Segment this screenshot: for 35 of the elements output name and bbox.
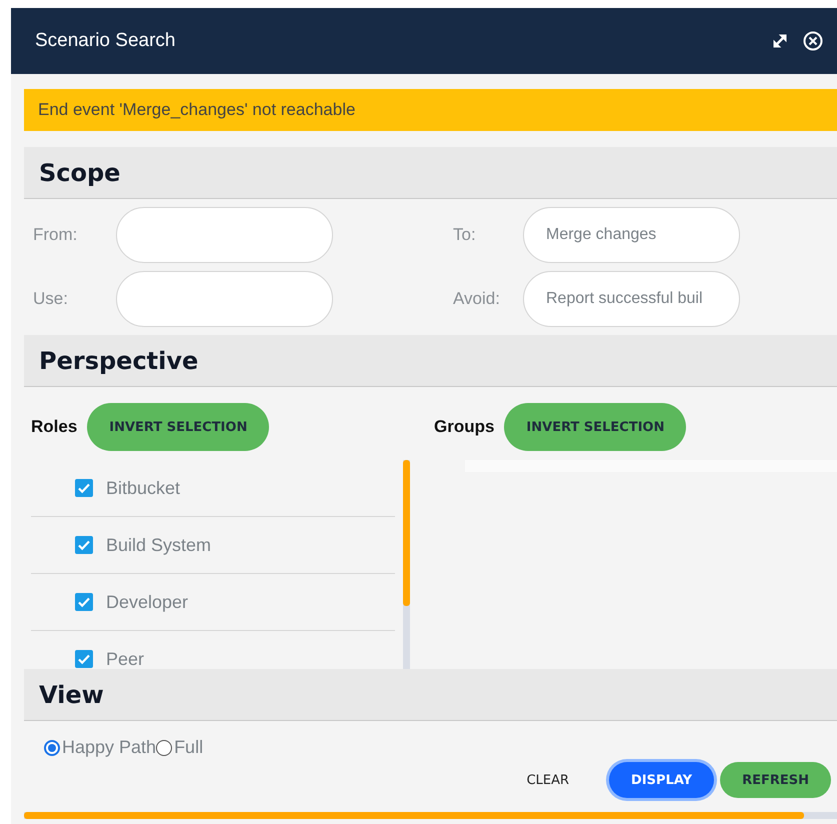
groups-label: Groups [434,417,494,437]
scrollbar[interactable] [402,460,410,669]
radio-option[interactable]: Full [156,737,204,758]
role-row[interactable]: Build System [31,517,395,574]
input-field[interactable]: Report successful buil [523,271,740,327]
action-button[interactable]: DISPLAY [609,762,714,798]
roles-label: Roles [31,417,78,437]
checkbox[interactable] [75,650,93,668]
action-button[interactable]: REFRESH [720,762,831,798]
input-field[interactable]: Merge changes [523,207,740,263]
role-row[interactable]: Bitbucket [31,460,395,517]
field-label: To: [452,225,477,245]
window-title: Scenario Search [35,30,176,52]
field-label: From: [32,225,78,245]
invert-selection-button[interactable]: INVERT SELECTION [87,403,270,451]
warning-banner: End event 'Merge_changes' not reachable [24,89,837,131]
scrollbar[interactable] [24,812,837,819]
checkbox[interactable] [75,536,93,554]
close-icon[interactable] [803,31,823,51]
expand-icon[interactable] [771,32,789,50]
role-label: Bitbucket [106,478,180,498]
checkbox[interactable] [75,593,93,611]
checkbox[interactable] [75,479,93,497]
field-label: Avoid: [452,289,501,309]
invert-selection-button[interactable]: INVERT SELECTION [504,403,686,451]
role-label: Developer [106,592,188,612]
radio-option[interactable]: Happy Path [44,737,156,758]
section-header: Scope [24,147,837,199]
section-header: Perspective [24,335,837,387]
role-row[interactable]: Developer [31,574,395,631]
role-label: Peer [106,648,144,669]
field-label: Use: [32,289,69,309]
text-button[interactable]: CLEAR [504,762,592,798]
section-header: View [24,669,837,721]
role-label: Build System [106,534,212,556]
